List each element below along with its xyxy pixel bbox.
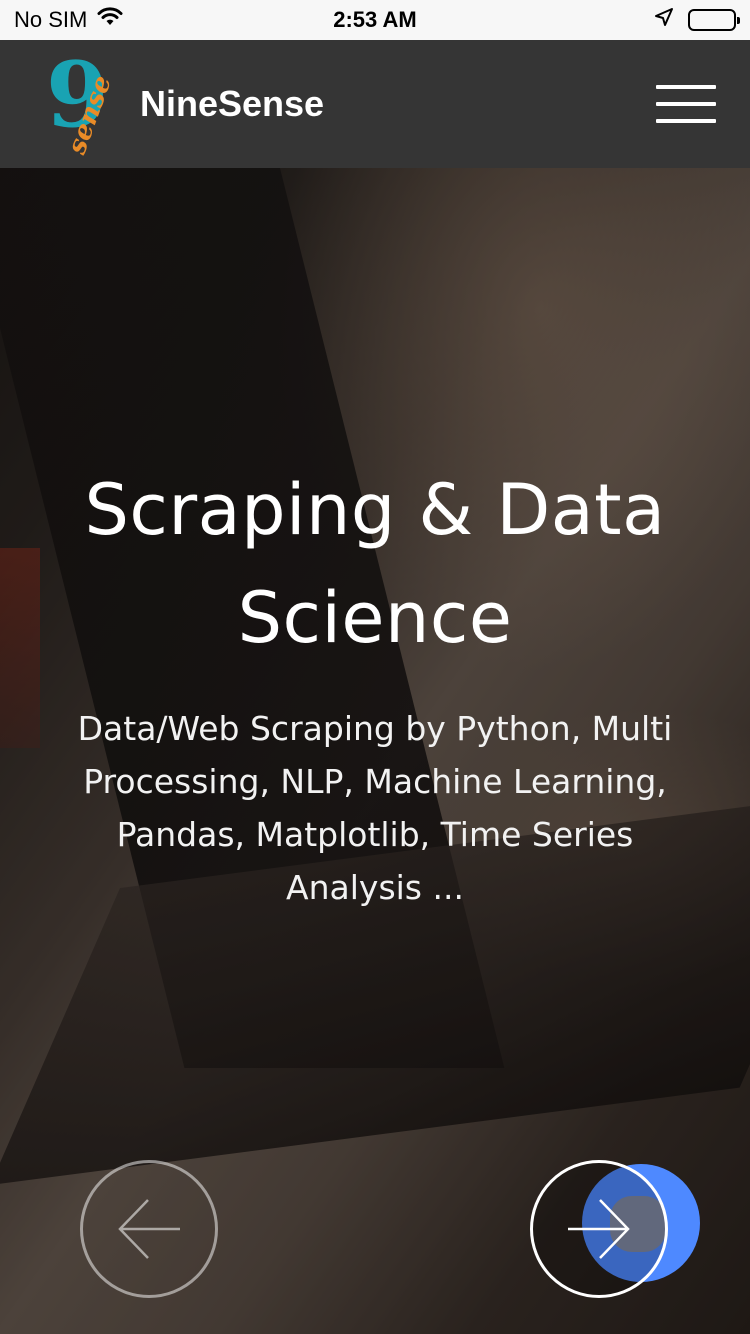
status-right xyxy=(654,7,740,33)
location-arrow-icon xyxy=(654,7,674,33)
wifi-icon xyxy=(97,7,123,33)
slider-next-button[interactable] xyxy=(530,1160,668,1298)
hero-subtitle: Data/Web Scraping by Python, Multi Proce… xyxy=(77,709,673,907)
hero-title: Scraping & Data Science xyxy=(84,469,666,659)
ninesense-logo[interactable]: 9 sense xyxy=(44,50,118,158)
carrier-label: No SIM xyxy=(14,7,88,32)
arrow-left-icon xyxy=(114,1194,184,1264)
hamburger-line xyxy=(656,119,716,123)
hamburger-line xyxy=(656,85,716,89)
hero-slider: Scraping & Data Science Data/Web Scrapin… xyxy=(0,168,750,1334)
arrow-right-icon xyxy=(564,1194,634,1264)
top-navbar: 9 sense NineSense xyxy=(0,40,750,168)
hero-content: Scraping & Data Science Data/Web Scrapin… xyxy=(60,456,690,914)
status-bar: No SIM 2:53 AM xyxy=(0,0,750,40)
slider-prev-button[interactable] xyxy=(80,1160,218,1298)
battery-icon xyxy=(688,9,740,31)
hamburger-menu-icon[interactable] xyxy=(656,85,716,123)
status-left: No SIM xyxy=(14,7,123,33)
brand-name[interactable]: NineSense xyxy=(140,83,656,125)
hamburger-line xyxy=(656,102,716,106)
